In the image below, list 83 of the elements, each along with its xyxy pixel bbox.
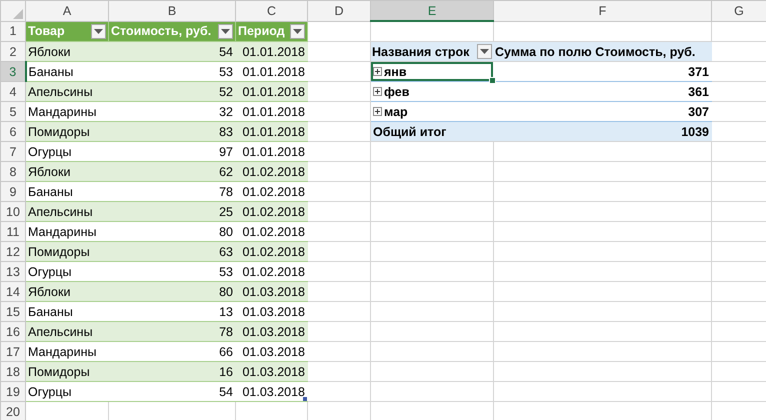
table-cell: 01.02.2018 [236, 162, 308, 182]
table-cell: Яблоки [26, 162, 108, 182]
table-cell: 62 [108, 162, 236, 182]
caret-icon [293, 28, 302, 34]
column-header[interactable]: G [712, 0, 766, 21]
table-cell: Помидоры [26, 242, 108, 262]
expand-icon[interactable] [373, 107, 382, 116]
column-header[interactable]: E [370, 0, 494, 21]
table-cell: 25 [108, 202, 236, 222]
corner-triangle-icon [13, 8, 23, 18]
row-header[interactable]: 14 [0, 282, 26, 302]
header-label: Период [238, 23, 285, 40]
row-header[interactable]: 13 [0, 262, 26, 282]
table-cell: 52 [108, 82, 236, 102]
row-header[interactable]: 1 [0, 21, 26, 42]
table-cell: Апельсины [26, 82, 108, 102]
header-label: Товар [28, 23, 65, 40]
row-header[interactable]: 5 [0, 102, 26, 122]
row-header[interactable]: 2 [0, 42, 26, 62]
table-cell: Яблоки [26, 282, 108, 302]
column-header[interactable]: A [26, 0, 108, 21]
table-cell: 01.03.2018 [236, 322, 308, 342]
pivot-row-label[interactable]: фев [384, 82, 410, 100]
filter-button[interactable] [91, 24, 106, 39]
row-header[interactable]: 9 [0, 182, 26, 202]
row-header[interactable]: 12 [0, 242, 26, 262]
row-header[interactable]: 7 [0, 142, 26, 162]
filter-button[interactable] [218, 24, 233, 39]
column-header[interactable]: C [236, 0, 308, 21]
fill-handle[interactable] [489, 77, 496, 84]
table-cell: 16 [108, 362, 236, 382]
table-cell: Апельсины [26, 202, 108, 222]
table-cell: 80 [108, 282, 236, 302]
filter-button[interactable] [477, 44, 492, 59]
expand-icon[interactable] [373, 87, 382, 96]
column-header[interactable]: D [308, 0, 370, 21]
header-label: Стоимость, руб. [111, 23, 212, 40]
table-cell: 371 [494, 62, 712, 82]
column-header[interactable]: B [108, 0, 236, 21]
table-cell: 54 [108, 42, 236, 62]
row-header[interactable]: 18 [0, 362, 26, 382]
row-header[interactable]: 15 [0, 302, 26, 322]
row-header[interactable]: 6 [0, 122, 26, 142]
table-cell: 01.01.2018 [236, 42, 308, 62]
table-cell: 01.03.2018 [236, 382, 308, 402]
table-cell: Помидоры [26, 362, 108, 382]
table-cell: 01.02.2018 [236, 242, 308, 262]
table-cell: Яблоки [26, 42, 108, 62]
table-cell: 54 [108, 382, 236, 402]
resize-handle[interactable] [303, 397, 307, 401]
pivot-row-label[interactable]: мар [384, 102, 408, 120]
row-header[interactable]: 11 [0, 222, 26, 242]
pivot-value-header: Сумма по полю Стоимость, руб. [494, 42, 712, 62]
pivot-row-label[interactable]: янв [384, 62, 407, 80]
row-header[interactable]: 19 [0, 382, 26, 402]
row-header[interactable]: 8 [0, 162, 26, 182]
expand-icon[interactable] [373, 67, 382, 76]
caret-icon [94, 28, 103, 34]
row-header[interactable]: 10 [0, 202, 26, 222]
table-cell: Помидоры [26, 122, 108, 142]
column-header[interactable]: F [494, 0, 712, 21]
table-cell: Апельсины [26, 322, 108, 342]
row-header[interactable]: 3 [0, 62, 26, 82]
row-header[interactable]: 20 [0, 402, 26, 420]
table-cell: 83 [108, 122, 236, 142]
table-cell: 01.03.2018 [236, 362, 308, 382]
table-cell: 63 [108, 242, 236, 262]
table-cell: 01.03.2018 [236, 282, 308, 302]
caret-icon [221, 28, 230, 34]
table-cell: 1039 [494, 122, 712, 142]
table-cell: 78 [108, 322, 236, 342]
table-cell: 01.01.2018 [236, 82, 308, 102]
table-cell: 01.01.2018 [236, 122, 308, 142]
row-header[interactable]: 16 [0, 322, 26, 342]
table-cell: Общий итог [370, 122, 494, 142]
table-cell: 361 [494, 82, 712, 102]
header-label: Названия строк [372, 44, 470, 60]
caret-icon [480, 49, 489, 54]
row-header[interactable]: 17 [0, 342, 26, 362]
table-cell: Огурцы [26, 382, 108, 402]
filter-button[interactable] [290, 24, 305, 39]
row-header[interactable]: 4 [0, 82, 26, 102]
table-cell: 01.02.2018 [236, 202, 308, 222]
